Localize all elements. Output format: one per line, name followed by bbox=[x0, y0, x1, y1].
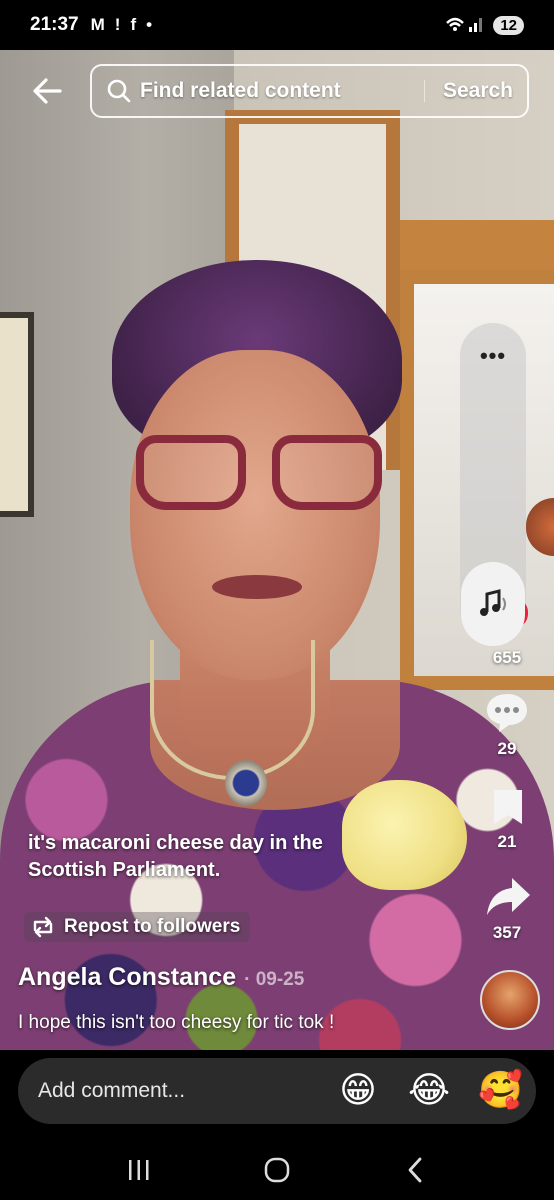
grin-emoji-button[interactable]: 😁 bbox=[338, 1071, 378, 1111]
save-count: 21 bbox=[497, 832, 517, 851]
bookmark-icon[interactable] bbox=[490, 786, 526, 828]
glasses-left-lens bbox=[136, 435, 246, 510]
music-button[interactable] bbox=[461, 562, 525, 646]
search-input[interactable]: Find related content bbox=[140, 79, 341, 103]
music-note-icon bbox=[480, 589, 506, 616]
comment-author-name[interactable]: Angela Constance bbox=[18, 963, 236, 992]
video-caption: it's macaroni cheese day in the Scottish… bbox=[28, 832, 323, 881]
facebook-icon: f bbox=[130, 15, 137, 34]
wifi-signal-icon bbox=[445, 15, 485, 36]
status-bar: 21:37 M ! f • 12 bbox=[0, 0, 554, 50]
repost-icon bbox=[33, 916, 53, 938]
share-icon[interactable] bbox=[484, 874, 532, 918]
commenter-avatar[interactable] bbox=[480, 970, 540, 1030]
hearts-emoji-button[interactable]: 🥰 bbox=[478, 1071, 523, 1111]
status-right: 12 bbox=[445, 15, 524, 36]
status-time: 21:37 bbox=[30, 14, 79, 35]
comment-count: 29 bbox=[497, 739, 517, 758]
back-arrow-icon[interactable] bbox=[30, 73, 66, 109]
repost-button[interactable]: Repost to followers bbox=[24, 912, 251, 942]
system-navigation-bar bbox=[0, 1140, 554, 1200]
notification-icons: M ! f • bbox=[91, 15, 152, 35]
necklace bbox=[150, 640, 315, 780]
comment-bar: Add comment... 😁 😂 🥰 bbox=[0, 1050, 554, 1140]
screen: 21:37 M ! f • 12 Find related content Se… bbox=[0, 0, 554, 1200]
search-bar[interactable]: Find related content Search bbox=[90, 64, 529, 118]
search-button[interactable]: Search bbox=[443, 79, 513, 103]
share-count: 357 bbox=[492, 923, 522, 942]
face bbox=[130, 350, 380, 680]
comment-author-row: Angela Constance · 09-25 bbox=[18, 963, 304, 992]
back-icon[interactable] bbox=[385, 1150, 445, 1190]
quick-emoji-row: 😁 😂 🥰 bbox=[338, 1071, 523, 1111]
laugh-emoji-button[interactable]: 😂 bbox=[408, 1071, 450, 1111]
dot-icon: • bbox=[146, 15, 153, 34]
search-divider bbox=[423, 80, 425, 102]
comment-placeholder: Add comment... bbox=[38, 1079, 186, 1102]
more-options-icon[interactable]: ••• bbox=[460, 343, 526, 369]
home-icon[interactable] bbox=[247, 1150, 307, 1190]
comment-date: · 09-25 bbox=[244, 969, 305, 990]
alert-icon: ! bbox=[114, 15, 121, 34]
comment-preview-text[interactable]: I hope this isn't too cheesy for tic tok… bbox=[18, 1012, 334, 1034]
pendant bbox=[225, 760, 267, 806]
battery-indicator: 12 bbox=[493, 15, 524, 35]
comment-icon[interactable] bbox=[483, 690, 531, 734]
repost-label: Repost to followers bbox=[64, 916, 241, 937]
like-count: 655 bbox=[492, 648, 522, 667]
recent-apps-icon[interactable] bbox=[109, 1150, 169, 1190]
search-icon bbox=[106, 78, 132, 104]
glasses-right-lens bbox=[272, 435, 382, 510]
mouth bbox=[212, 575, 302, 599]
add-comment-input[interactable]: Add comment... 😁 😂 🥰 bbox=[18, 1058, 536, 1124]
gmail-icon: M bbox=[90, 15, 105, 34]
